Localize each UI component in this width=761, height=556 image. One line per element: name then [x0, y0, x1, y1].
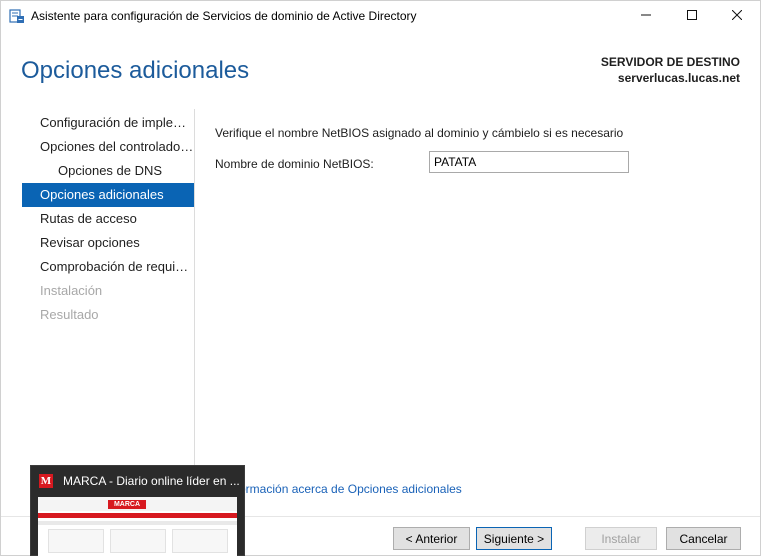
- close-icon: [731, 9, 743, 23]
- thumbnail-title: MARCA - Diario online líder en ...: [63, 474, 240, 488]
- netbios-name-label: Nombre de dominio NetBIOS:: [215, 157, 374, 171]
- nav-item-opciones-controlador[interactable]: Opciones del controlador...: [22, 135, 194, 159]
- next-button[interactable]: Siguiente >: [476, 527, 552, 550]
- maximize-icon: [687, 9, 697, 23]
- window-title: Asistente para configuración de Servicio…: [31, 9, 417, 23]
- nav-item-instalacion: Instalación: [40, 283, 103, 298]
- nav-divider: [194, 109, 195, 511]
- wizard-steps-nav: Configuración de implem... Opciones del …: [22, 111, 194, 327]
- preview-row: [38, 521, 237, 525]
- preview-nav-bar: [38, 513, 237, 518]
- instruction-text: Verifique el nombre NetBIOS asignado al …: [215, 126, 624, 140]
- previous-button[interactable]: < Anterior: [393, 527, 470, 550]
- netbios-name-input[interactable]: [429, 151, 629, 173]
- cancel-button[interactable]: Cancelar: [666, 527, 741, 550]
- nav-item-opciones-dns[interactable]: Opciones de DNS: [22, 159, 194, 183]
- taskbar-thumbnail-preview[interactable]: M MARCA - Diario online líder en ... MAR…: [30, 465, 245, 556]
- minimize-button[interactable]: [623, 1, 669, 31]
- install-button: Instalar: [585, 527, 657, 550]
- destination-server-value: serverlucas.lucas.net: [617, 71, 740, 85]
- server-wizard-icon: [9, 8, 25, 24]
- title-bar[interactable]: Asistente para configuración de Servicio…: [1, 1, 760, 31]
- marca-favicon-icon: M: [39, 474, 53, 488]
- nav-item-configuracion-implementacion[interactable]: Configuración de implem...: [22, 111, 194, 135]
- nav-item-rutas-acceso[interactable]: Rutas de acceso: [22, 207, 194, 231]
- more-info-link[interactable]: nformación acerca de Opciones adicionale…: [229, 482, 462, 496]
- maximize-button[interactable]: [669, 1, 715, 31]
- destination-server-label: SERVIDOR DE DESTINO: [600, 55, 740, 69]
- close-button[interactable]: [714, 1, 760, 31]
- nav-item-comprobacion-requisitos[interactable]: Comprobación de requisi...: [22, 255, 194, 279]
- nav-item-opciones-adicionales[interactable]: Opciones adicionales: [22, 183, 194, 207]
- preview-block: [172, 529, 228, 553]
- marca-logo: MARCA: [108, 500, 146, 509]
- nav-item-resultado: Resultado: [40, 307, 99, 322]
- preview-block: [110, 529, 166, 553]
- nav-item-revisar-opciones[interactable]: Revisar opciones: [22, 231, 194, 255]
- minimize-icon: [641, 9, 651, 23]
- page-title: Opciones adicionales: [21, 57, 250, 84]
- thumbnail-page-preview: MARCA: [38, 497, 237, 556]
- preview-block: [48, 529, 104, 553]
